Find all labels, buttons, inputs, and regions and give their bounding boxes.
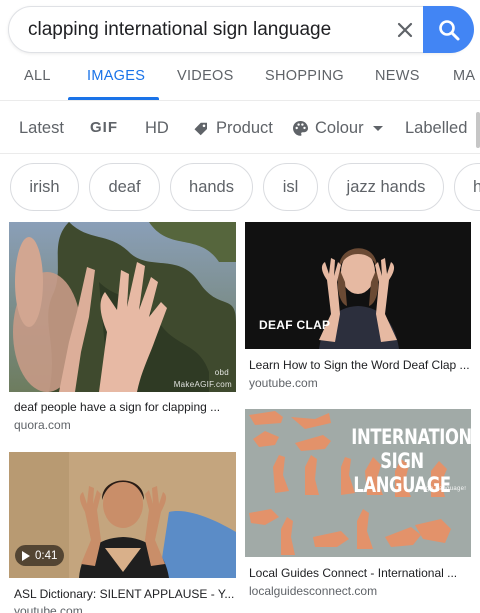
result-thumbnail[interactable]: INTERNATIONAL SIGN LANGUAGE Sign Languag… [245, 409, 471, 557]
chip-hands[interactable]: hands [170, 163, 253, 211]
search-icon [438, 19, 459, 40]
result-thumbnail[interactable]: obd MakeAGIF.com [9, 222, 236, 392]
result-domain[interactable]: youtube.com [14, 604, 83, 613]
result-domain[interactable]: youtube.com [249, 376, 318, 390]
active-tab-indicator [68, 97, 159, 100]
result-caption[interactable]: Local Guides Connect - International ... [249, 566, 457, 580]
search-button[interactable] [423, 6, 474, 53]
result-thumbnail[interactable]: 0:41 [9, 452, 236, 578]
gif-label: GIF [90, 119, 118, 136]
scrollbar[interactable] [476, 112, 480, 148]
tool-latest[interactable]: Latest [19, 119, 64, 138]
chevron-down-icon [372, 125, 383, 131]
chip-irish[interactable]: irish [10, 163, 79, 211]
tab-news[interactable]: NEWS [375, 68, 420, 84]
video-overlay-title: DEAF CLAP [259, 318, 331, 332]
related-chips: irish deaf hands isl jazz hands h [0, 162, 480, 214]
tool-product[interactable]: Product [193, 119, 273, 138]
overlay-small-text: Sign Language! [420, 486, 467, 492]
result-card[interactable]: obd MakeAGIF.com deaf people have a sign… [9, 222, 236, 434]
palette-icon [293, 121, 308, 136]
result-card[interactable]: 0:41 ASL Dictionary: SILENT APPLAUSE - Y… [9, 452, 236, 613]
result-caption[interactable]: deaf people have a sign for clapping ... [14, 400, 220, 414]
video-duration-badge: 0:41 [15, 545, 65, 566]
video-duration: 0:41 [35, 549, 58, 562]
search-query[interactable]: clapping international sign language [28, 19, 331, 41]
result-domain[interactable]: quora.com [14, 418, 71, 432]
chip-isl[interactable]: isl [263, 163, 318, 211]
tool-hd[interactable]: HD [145, 119, 169, 138]
chip-more[interactable]: h [454, 163, 480, 211]
clear-search-icon[interactable] [391, 16, 419, 44]
tab-all[interactable]: ALL [24, 68, 51, 84]
tab-shopping[interactable]: SHOPPING [265, 68, 344, 84]
watermark: MakeAGIF.com [173, 380, 232, 389]
result-card[interactable]: INTERNATIONAL SIGN LANGUAGE Sign Languag… [245, 409, 471, 605]
tab-videos[interactable]: VIDEOS [177, 68, 234, 84]
search-tabs: ALL IMAGES VIDEOS SHOPPING NEWS MA [0, 58, 480, 101]
tool-labelled[interactable]: Labelled [405, 119, 467, 138]
play-icon [22, 550, 30, 561]
tool-gif[interactable]: GIF [90, 119, 118, 136]
tool-colour-label: Colour [315, 119, 364, 137]
tag-icon [194, 122, 207, 135]
search-tools: Latest GIF HD Product Colour Labelled [0, 104, 480, 154]
result-domain[interactable]: localguidesconnect.com [249, 584, 377, 598]
watermark-small: obd [214, 368, 229, 377]
tool-colour[interactable]: Colour [292, 119, 384, 138]
result-thumbnail[interactable]: DEAF CLAP [245, 222, 471, 349]
search-bar[interactable]: clapping international sign language [8, 6, 474, 53]
tool-product-label: Product [216, 119, 273, 137]
result-card[interactable]: DEAF CLAP Learn How to Sign the Word Dea… [245, 222, 471, 394]
chip-deaf[interactable]: deaf [89, 163, 160, 211]
result-caption[interactable]: ASL Dictionary: SILENT APPLAUSE - Y... [14, 587, 234, 601]
result-caption[interactable]: Learn How to Sign the Word Deaf Clap ... [249, 358, 470, 372]
overlay-title-line1: INTERNATIONAL [351, 425, 471, 449]
tab-images[interactable]: IMAGES [87, 68, 145, 84]
tab-maps[interactable]: MA [453, 68, 475, 84]
chip-jazz-hands[interactable]: jazz hands [328, 163, 444, 211]
